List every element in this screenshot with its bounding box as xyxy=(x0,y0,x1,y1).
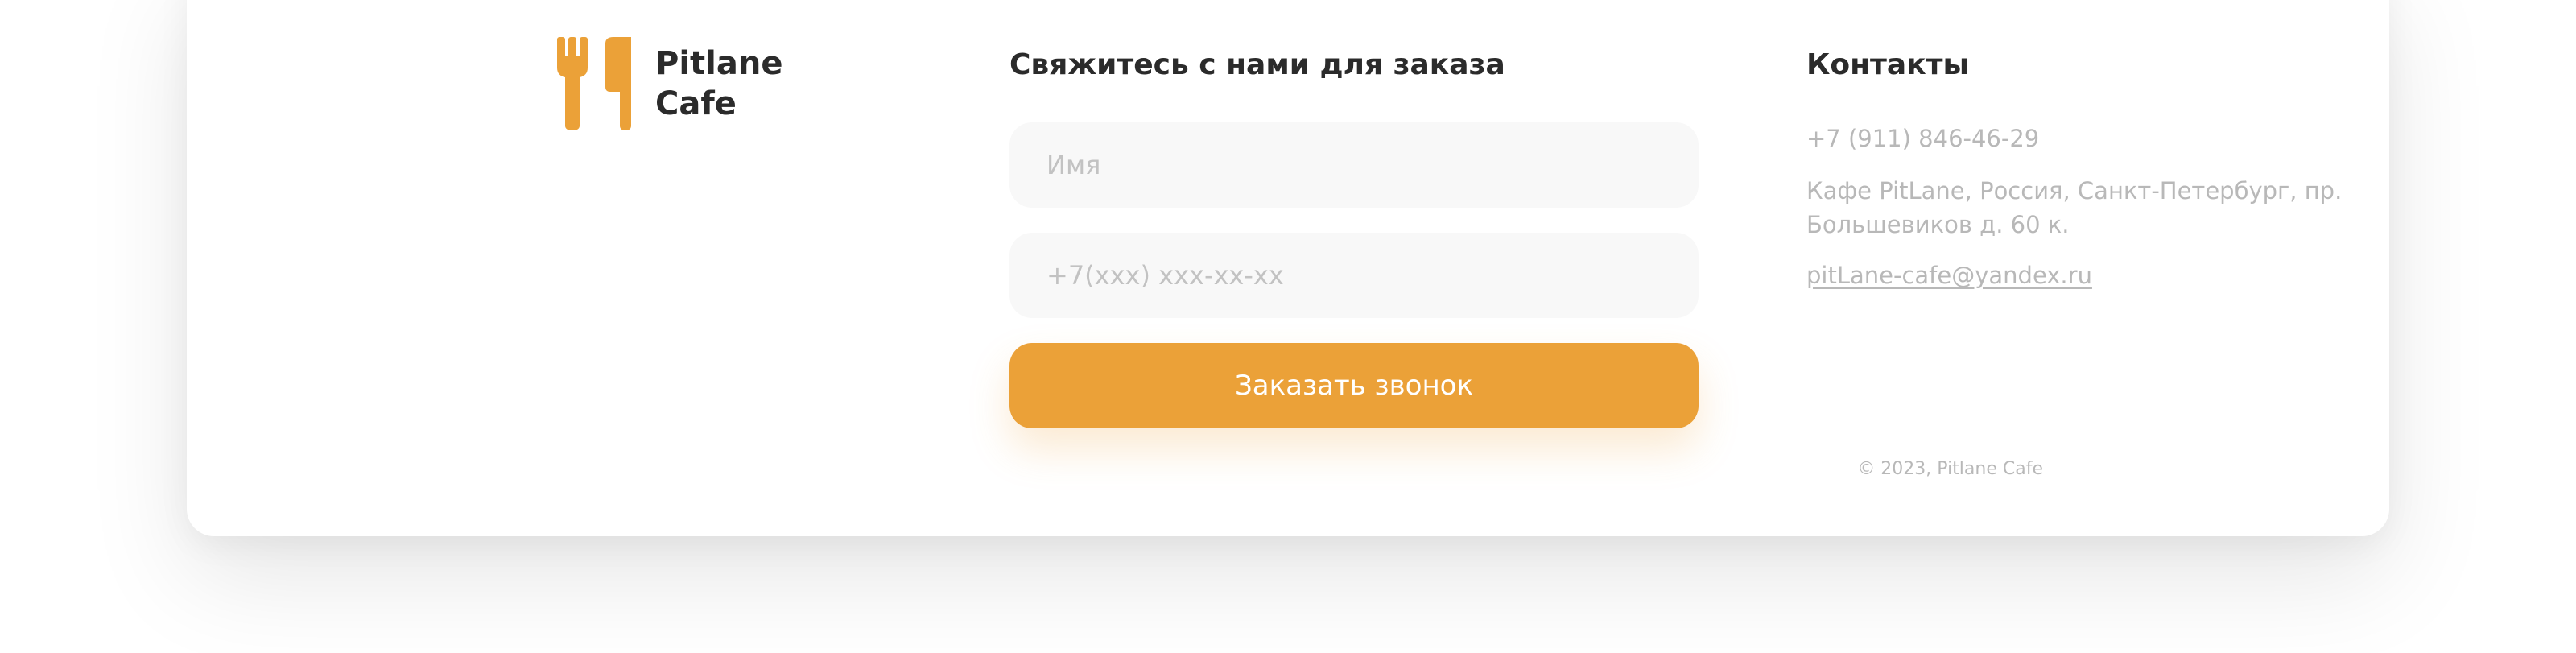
brand-name-line2: Cafe xyxy=(655,85,737,122)
name-input[interactable] xyxy=(1009,122,1699,208)
order-form-title: Свяжитесь с нами для заказа xyxy=(1009,48,1505,81)
brand-logo[interactable]: Pitlane Cafe xyxy=(557,37,782,130)
fork-knife-icon xyxy=(557,37,631,130)
order-call-button[interactable]: Заказать звонок xyxy=(1009,343,1699,428)
footer-card: Pitlane Cafe Свяжитесь с нами для заказа… xyxy=(187,0,2389,536)
brand-name: Pitlane Cafe xyxy=(655,43,782,124)
contacts-title: Контакты xyxy=(1806,48,1970,81)
copyright-text: © 2023, Pitlane Cafe xyxy=(1857,459,2043,479)
contact-email-link[interactable]: pitLane-cafe@yandex.ru xyxy=(1806,259,2092,291)
page: Pitlane Cafe Свяжитесь с нами для заказа… xyxy=(0,0,2576,653)
brand-name-line1: Pitlane xyxy=(655,45,783,82)
phone-input[interactable] xyxy=(1009,233,1699,318)
contact-phone: +7 (911) 846-46-29 xyxy=(1806,125,2040,152)
contact-address: Кафе PitLane, Россия, Санкт-Петербург, п… xyxy=(1806,177,2343,238)
